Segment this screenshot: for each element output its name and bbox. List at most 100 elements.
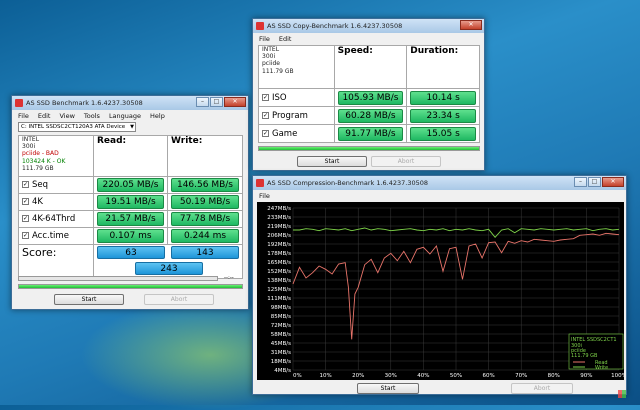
acctime-checkbox[interactable]: ✓ — [22, 232, 29, 239]
compression-titlebar[interactable]: AS SSD Compression-Benchmark 1.6.4237.30… — [253, 176, 626, 190]
y-tick-label: 192MB/s — [267, 242, 291, 248]
benchmark-titlebar[interactable]: AS SSD Benchmark 1.6.4237.30508 – □ ✕ — [12, 96, 248, 110]
minimize-button[interactable]: – — [196, 97, 209, 107]
tray-flag-icon[interactable] — [618, 390, 626, 398]
x-tick-label: 10% — [319, 373, 331, 379]
game-checkbox[interactable]: ✓ — [262, 129, 269, 137]
compression-chart: 247MB/s 233MB/s 219MB/s 206MB/s 192MB/s 178MB… — [257, 202, 624, 380]
y-tick-label: 72MB/s — [271, 323, 291, 329]
menu-edit[interactable]: Edit — [279, 35, 292, 43]
program-speed-value: 60.28 MB/s — [337, 108, 404, 123]
row-label: Game — [272, 128, 298, 139]
score-label: Score: — [18, 244, 94, 279]
drive-select[interactable]: C: INTEL SSDSC2CT120A3 ATA Device ▼ — [18, 122, 136, 132]
score-total: 243 — [135, 262, 203, 275]
start-button[interactable]: Start — [297, 156, 367, 167]
chevron-down-icon: ▼ — [130, 124, 134, 130]
y-tick-label: 18MB/s — [271, 359, 291, 365]
x-tick-label: 0% — [293, 373, 302, 379]
x-tick-label: 30% — [385, 373, 397, 379]
iso-checkbox[interactable]: ✓ — [262, 93, 269, 101]
y-tick-label: 31MB/s — [271, 350, 291, 356]
4k-write-value: 50.19 MB/s — [171, 195, 239, 209]
menu-file[interactable]: File — [259, 192, 270, 200]
menu-tools[interactable]: Tools — [84, 112, 100, 120]
close-button[interactable]: ✕ — [460, 20, 482, 30]
drive-info: INTEL 300i pciide 111.79 GB — [258, 45, 335, 89]
seq-checkbox[interactable]: ✓ — [22, 181, 29, 188]
start-button[interactable]: Start — [357, 383, 419, 394]
program-duration-value: 23.34 s — [410, 108, 476, 123]
drive-info: INTEL 300i pciide - BAD 103424 K - OK 11… — [18, 135, 94, 177]
window-title: AS SSD Compression-Benchmark 1.6.4237.30… — [267, 179, 429, 187]
score-write: 143 — [171, 246, 239, 259]
window-title: AS SSD Copy-Benchmark 1.6.4237.30508 — [267, 22, 403, 30]
menu-view[interactable]: View — [59, 112, 74, 120]
table-row: ✓ Acc.time 0.107 ms 0.244 ms — [18, 227, 243, 245]
4k64-checkbox[interactable]: ✓ — [22, 215, 29, 222]
compression-window: AS SSD Compression-Benchmark 1.6.4237.30… — [252, 175, 627, 395]
menu-file[interactable]: File — [259, 35, 270, 43]
y-tick-label: 219MB/s — [267, 224, 291, 230]
row-label: Acc.time — [32, 231, 69, 241]
chart-legend: INTEL SSDSC2CT1 300i pciide 111.79 GB Re… — [568, 333, 624, 371]
drive-select-value: C: INTEL SSDSC2CT120A3 ATA Device — [21, 124, 126, 130]
menu-edit[interactable]: Edit — [38, 112, 51, 120]
menu-file[interactable]: File — [18, 112, 29, 120]
minimize-button[interactable]: – — [574, 177, 587, 187]
abort-button[interactable]: Abort — [371, 156, 441, 167]
speed-header: Speed: — [333, 45, 408, 89]
4k64-write-value: 77.78 MB/s — [171, 212, 239, 226]
program-checkbox[interactable]: ✓ — [262, 111, 269, 119]
copy-titlebar[interactable]: AS SSD Copy-Benchmark 1.6.4237.30508 ✕ — [253, 19, 484, 33]
score-read: 63 — [97, 246, 165, 259]
row-label: 4K — [32, 197, 43, 207]
read-header: Read: — [93, 135, 168, 177]
maximize-button[interactable]: □ — [210, 97, 223, 107]
app-icon — [256, 179, 264, 187]
results-table: INTEL 300i pciide - BAD 103424 K - OK 11… — [18, 135, 243, 279]
driver-status: pciide — [262, 60, 280, 68]
duration-header: Duration: — [406, 45, 480, 89]
table-row: ✓ Game 91.77 MB/s 15.05 s — [258, 124, 480, 143]
table-row: ✓ ISO 105.93 MB/s 10.14 s — [258, 88, 480, 107]
drive-size: 111.79 GB — [22, 164, 54, 172]
y-tick-label: 45MB/s — [271, 341, 291, 347]
drive-vendor: INTEL — [22, 136, 40, 143]
copy-benchmark-window: AS SSD Copy-Benchmark 1.6.4237.30508 ✕ F… — [252, 18, 485, 171]
maximize-button[interactable]: □ — [588, 177, 601, 187]
menu-help[interactable]: Help — [150, 112, 165, 120]
y-tick-label: 85MB/s — [271, 314, 291, 320]
close-button[interactable]: ✕ — [602, 177, 624, 187]
y-tick-label: 152MB/s — [267, 269, 291, 275]
abort-button[interactable]: Abort — [144, 294, 214, 305]
drive-size: 111.79 GB — [262, 67, 294, 75]
x-tick-label: 60% — [482, 373, 494, 379]
x-tick-label: 50% — [450, 373, 462, 379]
y-tick-label: 4MB/s — [274, 368, 291, 374]
app-icon — [15, 99, 23, 107]
iso-speed-value: 105.93 MB/s — [337, 90, 404, 105]
y-tick-label: 178MB/s — [267, 251, 291, 257]
row-label: ISO — [272, 92, 287, 103]
x-tick-label: 20% — [352, 373, 364, 379]
game-speed-value: 91.77 MB/s — [337, 126, 404, 141]
row-label: Program — [272, 110, 308, 121]
close-button[interactable]: ✕ — [224, 97, 246, 107]
y-tick-label: 58MB/s — [271, 332, 291, 338]
x-tick-label: 80% — [548, 373, 560, 379]
start-button[interactable]: Start — [54, 294, 124, 305]
4k-checkbox[interactable]: ✓ — [22, 198, 29, 205]
acctime-read-value: 0.107 ms — [97, 229, 164, 243]
table-row: ✓ Seq 220.05 MB/s 146.56 MB/s — [18, 176, 243, 194]
y-tick-label: 233MB/s — [267, 215, 291, 221]
y-tick-label: 206MB/s — [267, 233, 291, 239]
4k-read-value: 19.51 MB/s — [97, 195, 164, 209]
window-title: AS SSD Benchmark 1.6.4237.30508 — [26, 99, 143, 107]
progress-bar-bottom — [18, 284, 243, 289]
abort-button[interactable]: Abort — [511, 383, 573, 394]
y-tick-label: 111MB/s — [267, 296, 291, 302]
y-tick-label: 138MB/s — [267, 278, 291, 284]
y-tick-label: 165MB/s — [267, 260, 291, 266]
menu-language[interactable]: Language — [109, 112, 141, 120]
